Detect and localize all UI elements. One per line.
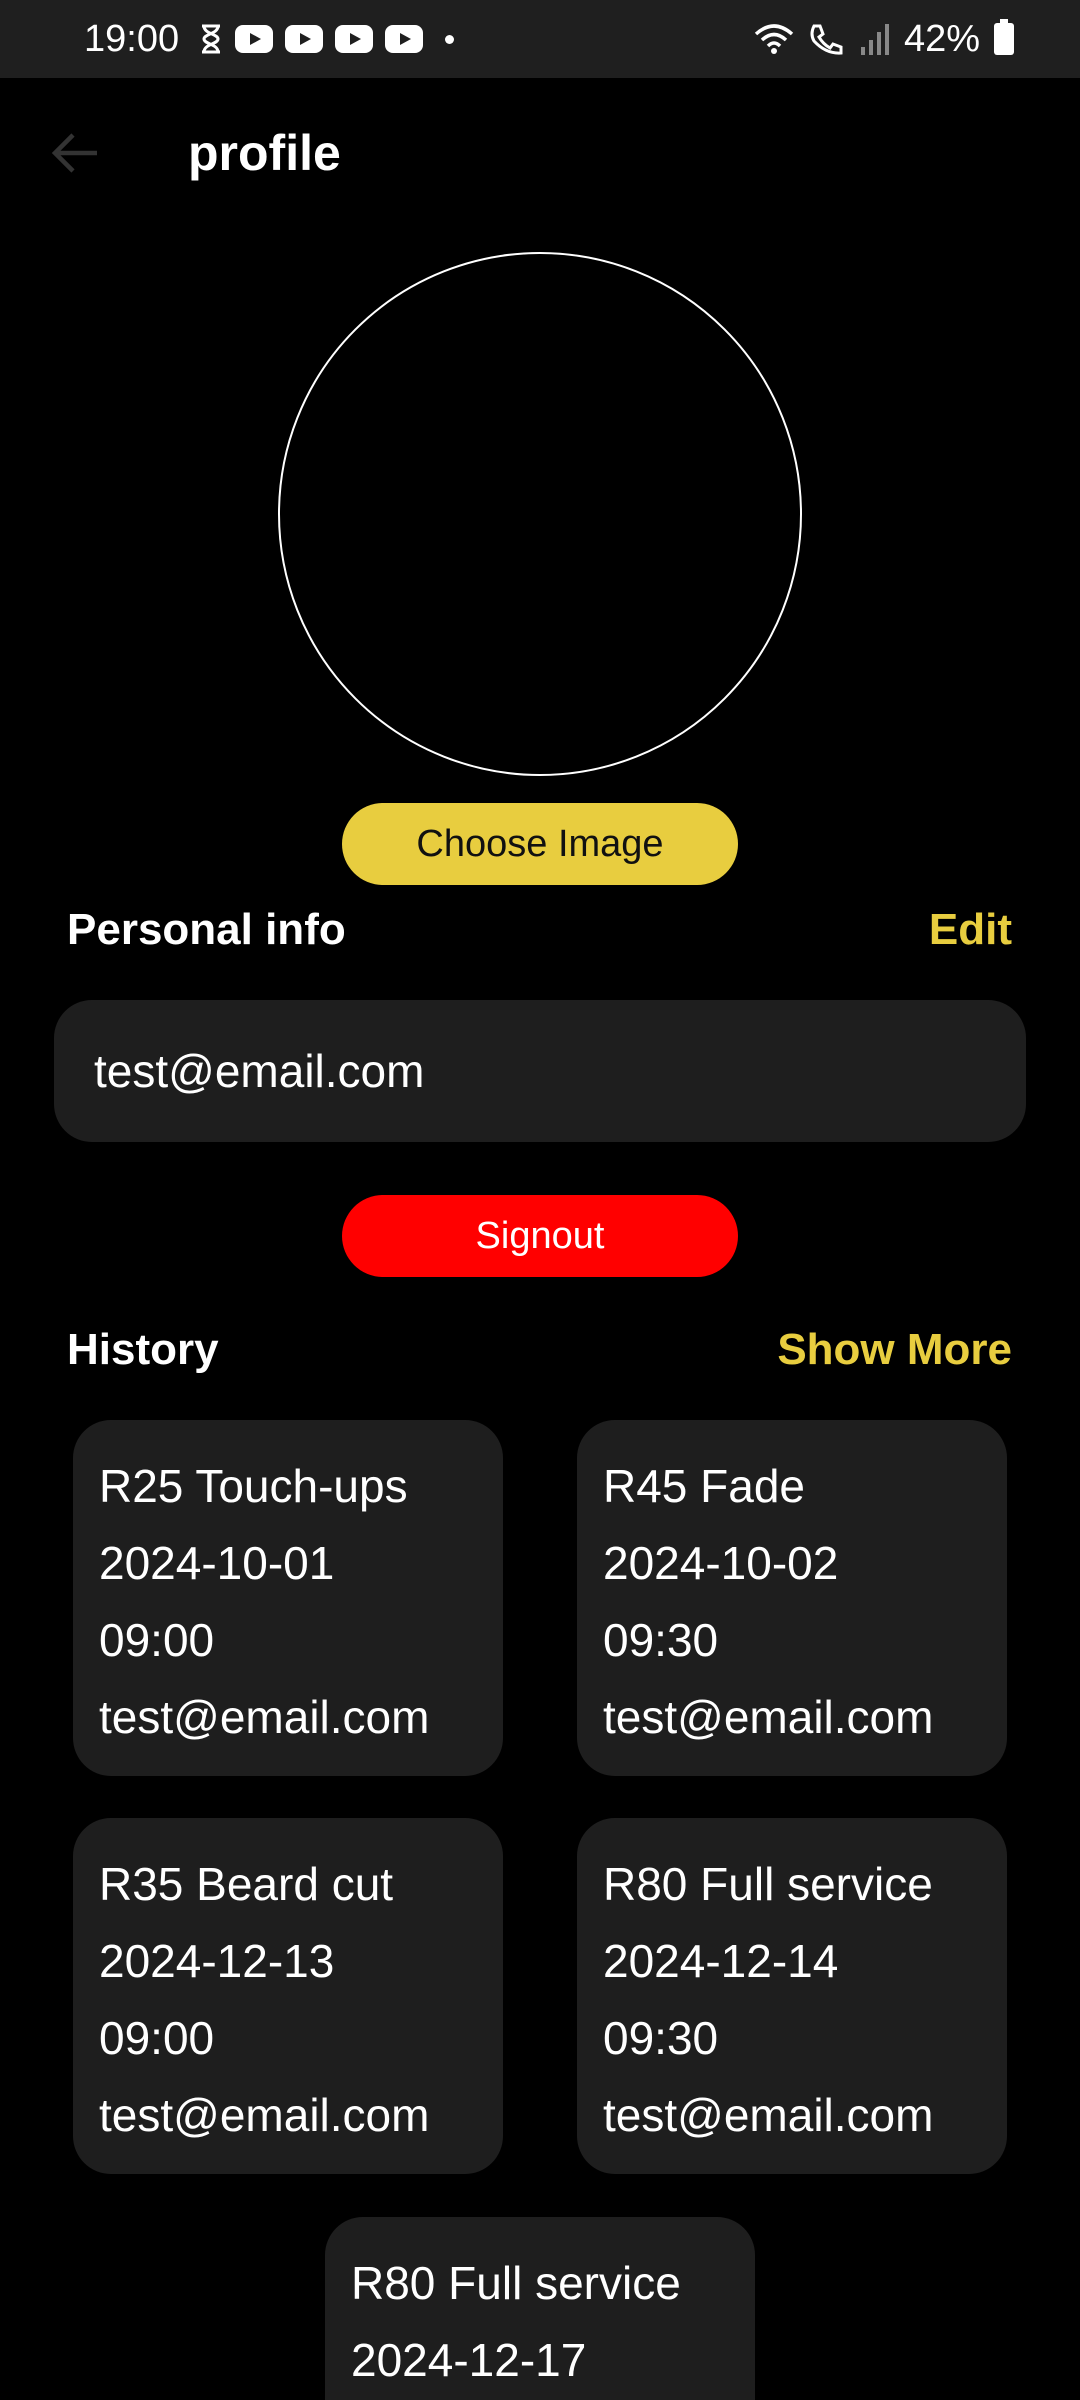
history-email: test@email.com: [603, 2089, 934, 2141]
avatar: [278, 252, 802, 776]
history-service: R45 Fade: [603, 1460, 806, 1512]
history-email: test@email.com: [603, 1691, 934, 1743]
history-date: 2024-10-01: [99, 1537, 335, 1589]
history-service: R25 Touch-ups: [99, 1460, 408, 1512]
history-email: test@email.com: [99, 2089, 430, 2141]
personal-info-title: Personal info: [67, 905, 346, 954]
history-time: 09:30: [603, 1614, 719, 1666]
history-card[interactable]: R80 Full service 2024-12-17: [325, 2217, 755, 2400]
history-card[interactable]: R35 Beard cut 2024-12-13 09:00 test@emai…: [73, 1818, 503, 2174]
history-date: 2024-12-13: [99, 1935, 335, 1987]
history-date: 2024-10-02: [603, 1537, 839, 1589]
history-time: 09:30: [603, 2012, 719, 2064]
page-title: profile: [188, 125, 341, 181]
history-card[interactable]: R80 Full service 2024-12-14 09:30 test@e…: [577, 1818, 1007, 2174]
youtube-icon: [385, 25, 424, 53]
signal-icon: [860, 23, 890, 55]
history-card[interactable]: R45 Fade 2024-10-02 09:30 test@email.com: [577, 1420, 1007, 1776]
signout-button[interactable]: Signout: [342, 1195, 738, 1277]
status-bar: 19:00 42%: [0, 0, 1080, 78]
history-email: test@email.com: [99, 1691, 430, 1743]
edit-link[interactable]: Edit: [929, 905, 1012, 955]
hourglass-icon: [199, 24, 223, 54]
show-more-link[interactable]: Show More: [777, 1325, 1012, 1375]
wifi-call-icon: [808, 22, 846, 56]
history-service: R80 Full service: [603, 1858, 933, 1910]
choose-image-button[interactable]: Choose Image: [342, 803, 738, 885]
history-card[interactable]: R25 Touch-ups 2024-10-01 09:00 test@emai…: [73, 1420, 503, 1776]
history-time: 09:00: [99, 1614, 215, 1666]
youtube-icon: [235, 25, 274, 53]
history-title: History: [67, 1325, 219, 1374]
history-service: R80 Full service: [351, 2257, 681, 2309]
arrow-left-icon: [51, 133, 97, 173]
youtube-icon: [285, 25, 324, 53]
youtube-icon: [335, 25, 374, 53]
history-time: 09:00: [99, 2012, 215, 2064]
history-date: 2024-12-17: [351, 2334, 587, 2386]
app-header: profile: [0, 78, 1080, 230]
back-button[interactable]: [40, 118, 110, 188]
history-date: 2024-12-14: [603, 1935, 839, 1987]
email-field[interactable]: test@email.com: [54, 1000, 1026, 1142]
history-service: R35 Beard cut: [99, 1858, 394, 1910]
battery-icon: [994, 19, 1014, 55]
dot-icon: [445, 34, 455, 44]
wifi-icon: [754, 22, 794, 56]
status-time: 19:00: [84, 17, 180, 60]
battery-level: 42%: [903, 17, 980, 60]
